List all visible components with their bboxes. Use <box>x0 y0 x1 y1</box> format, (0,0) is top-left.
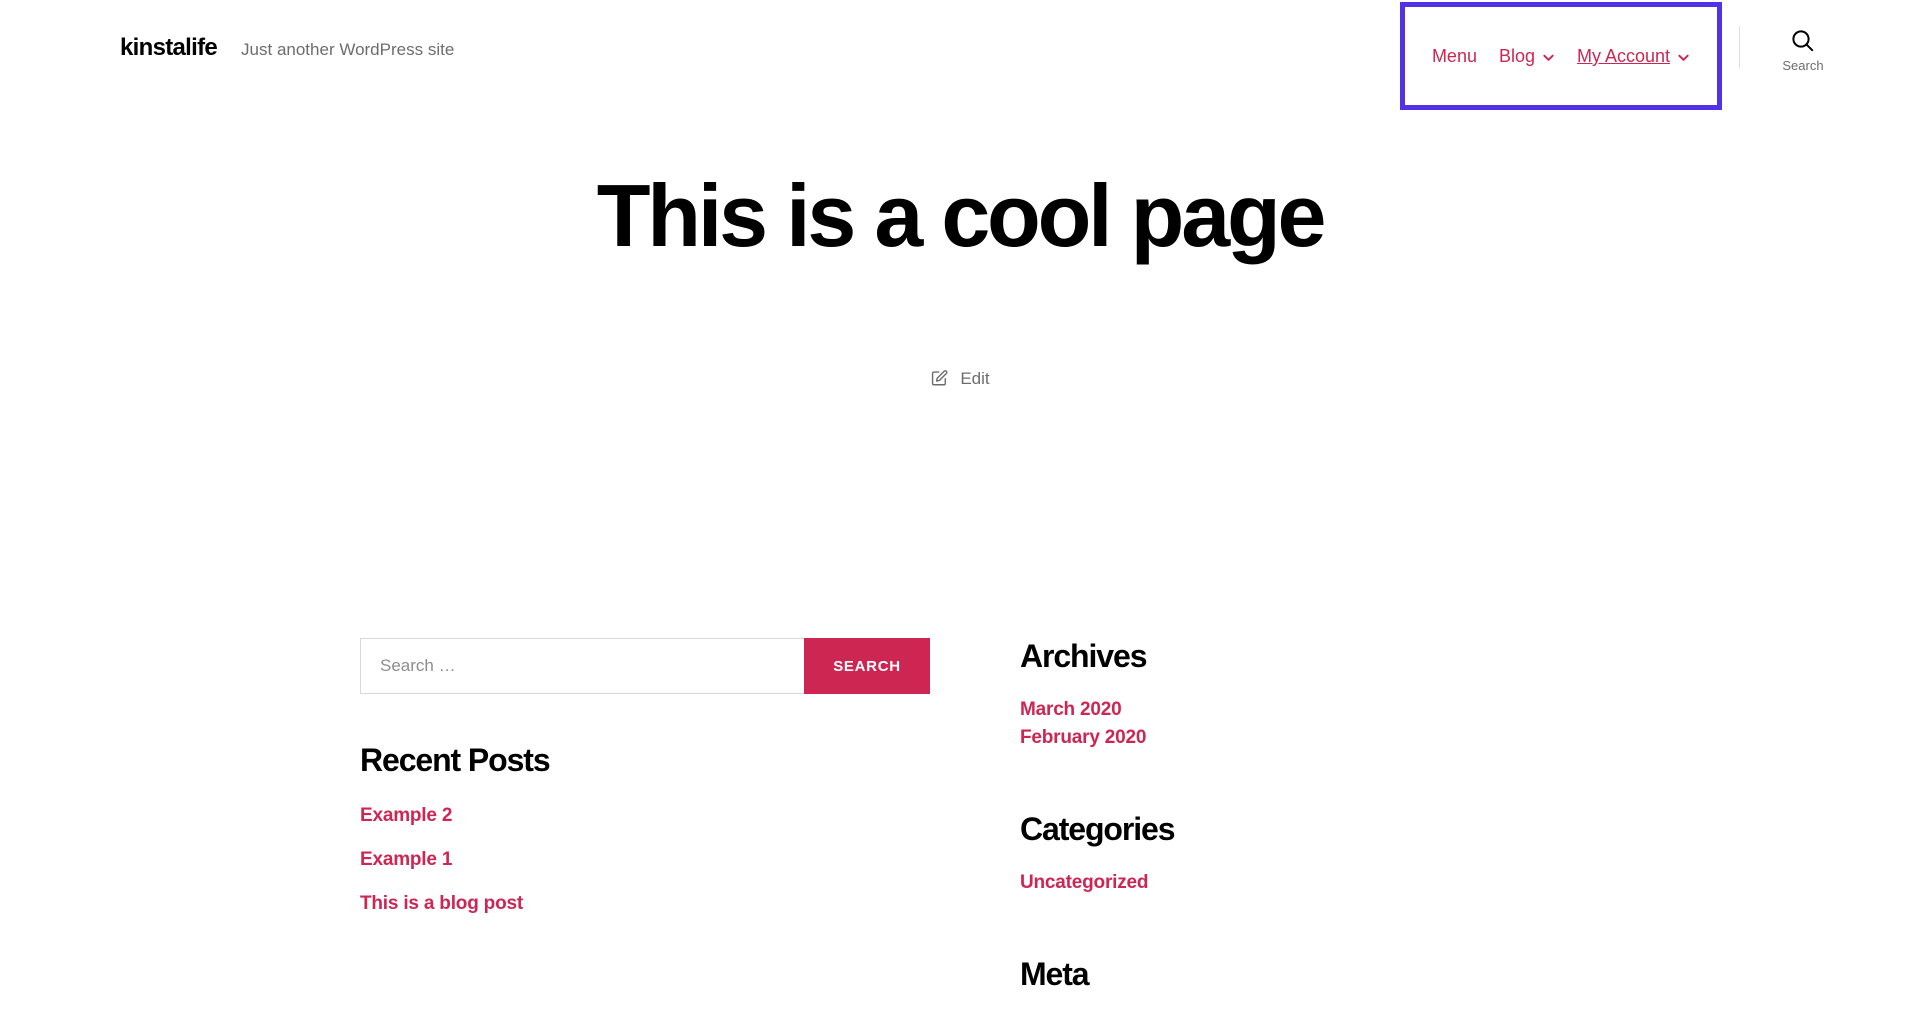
recent-posts-title: Recent Posts <box>360 742 551 778</box>
search-toggle-button[interactable]: Search <box>1768 28 1838 72</box>
meta-widget: Meta <box>1020 956 1650 993</box>
search-submit-button[interactable]: SEARCH <box>804 638 930 694</box>
edit-page-link[interactable]: Edit <box>930 368 990 389</box>
list-item: Example 1 <box>360 849 990 871</box>
search-input[interactable] <box>360 638 804 694</box>
entry-header: This is a cool page <box>0 166 1920 265</box>
recent-post-link[interactable]: Example 2 <box>360 805 452 827</box>
recent-post-link[interactable]: This is a blog post <box>360 893 523 915</box>
archives-widget: Archives March 2020 February 2020 <box>1020 638 1650 749</box>
categories-widget: Categories Uncategorized <box>1020 811 1650 894</box>
list-item: Uncategorized <box>1020 872 1650 894</box>
list-item: February 2020 <box>1020 727 1650 749</box>
site-tagline: Just another WordPress site <box>241 40 455 59</box>
categories-title: Categories <box>1020 810 1176 847</box>
sidebar-search-form: SEARCH <box>360 638 930 694</box>
site-title[interactable]: kinstalife <box>120 36 218 60</box>
page-title: This is a cool page <box>596 166 1327 265</box>
list-item: March 2020 <box>1020 699 1650 721</box>
site-header: kinstalife Just another WordPress site M… <box>0 0 1920 110</box>
pencil-square-icon <box>930 369 949 388</box>
footer-widget-area: SEARCH Recent Posts Example 2 Example 1 … <box>0 638 1920 992</box>
header-divider <box>1739 26 1740 68</box>
list-item: This is a blog post <box>360 893 990 915</box>
edit-page-label: Edit <box>960 368 990 388</box>
recent-posts-list: Example 2 Example 1 This is a blog post <box>360 805 990 915</box>
recent-posts-widget: Recent Posts Example 2 Example 1 This is… <box>360 742 990 915</box>
meta-title: Meta <box>1020 955 1090 992</box>
list-item: Example 2 <box>360 805 990 827</box>
site-branding: kinstalife Just another WordPress site <box>120 36 454 60</box>
archives-list: March 2020 February 2020 <box>1020 699 1650 749</box>
post-meta: Edit <box>0 369 1920 389</box>
archive-link[interactable]: February 2020 <box>1020 727 1146 749</box>
recent-post-link[interactable]: Example 1 <box>360 849 452 871</box>
widget-column-right: Archives March 2020 February 2020 Catego… <box>1020 638 1650 992</box>
category-link[interactable]: Uncategorized <box>1020 872 1149 894</box>
archive-link[interactable]: March 2020 <box>1020 699 1122 721</box>
navigation-highlight-box <box>1400 2 1722 110</box>
search-icon <box>1790 28 1816 54</box>
search-toggle-label: Search <box>1782 58 1824 73</box>
categories-list: Uncategorized <box>1020 872 1650 894</box>
archives-title: Archives <box>1020 638 1147 674</box>
widget-column-left: SEARCH Recent Posts Example 2 Example 1 … <box>360 638 990 992</box>
